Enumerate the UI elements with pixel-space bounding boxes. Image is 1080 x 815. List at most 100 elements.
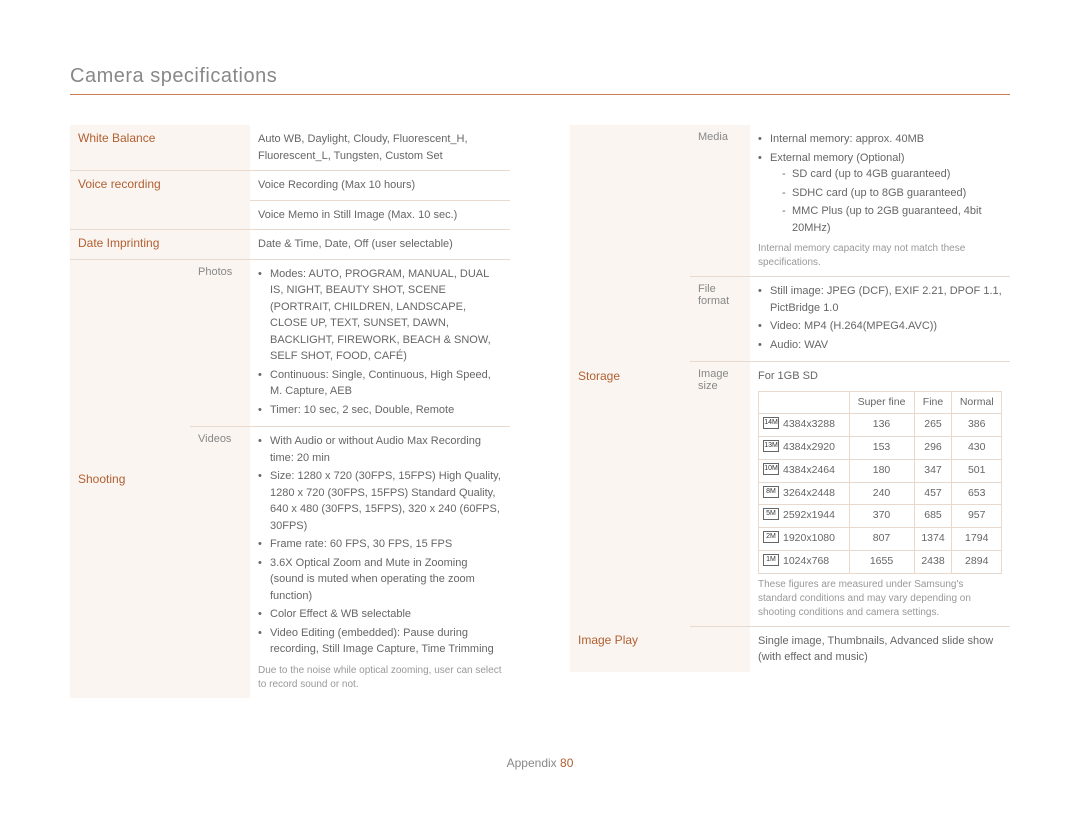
list-item: Color Effect & WB selectable <box>258 606 502 623</box>
imagesize-footnote: These figures are measured under Samsung… <box>758 574 1002 620</box>
table-cell: 240 <box>849 482 914 505</box>
resolution-cell: 10M4384x2464 <box>759 459 850 482</box>
resolution-cell: 1M1024x768 <box>759 550 850 573</box>
table-header: Super fine <box>849 391 914 414</box>
resolution-cell: 2M1920x1080 <box>759 528 850 551</box>
specs-table-right: Storage Media Internal memory: approx. 4… <box>570 125 1010 672</box>
resolution-icon: 5M <box>763 508 779 520</box>
footer-label: Appendix <box>507 756 557 770</box>
table-row: 8M3264x2448240457653 <box>759 482 1002 505</box>
table-row: 2M1920x108080713741794 <box>759 528 1002 551</box>
voice-recording-line1: Voice Recording (Max 10 hours) <box>250 171 510 201</box>
storage-media-label: Media <box>690 125 750 277</box>
shooting-label: Shooting <box>70 259 190 698</box>
resolution-cell: 5M2592x1944 <box>759 505 850 528</box>
list-item: Frame rate: 60 FPS, 30 FPS, 15 FPS <box>258 536 502 553</box>
resolution-icon: 2M <box>763 531 779 543</box>
table-cell: 807 <box>849 528 914 551</box>
resolution-icon: 14M <box>763 417 779 429</box>
list-item: Video Editing (embedded): Pause during r… <box>258 625 502 658</box>
resolution-cell: 13M4384x2920 <box>759 437 850 460</box>
table-cell: 136 <box>849 414 914 437</box>
resolution-icon: 8M <box>763 486 779 498</box>
storage-fileformat-list: Still image: JPEG (DCF), EXIF 2.21, DPOF… <box>758 283 1002 353</box>
left-column: White Balance Auto WB, Daylight, Cloudy,… <box>70 125 510 698</box>
shooting-photos-label: Photos <box>190 259 250 427</box>
sub-list: SD card (up to 4GB guaranteed) SDHC card … <box>770 166 1002 236</box>
list-item: Video: MP4 (H.264(MPEG4.AVC)) <box>758 318 1002 335</box>
table-cell: 1374 <box>914 528 952 551</box>
list-item: Continuous: Single, Continuous, High Spe… <box>258 367 502 400</box>
specs-table-left: White Balance Auto WB, Daylight, Cloudy,… <box>70 125 510 698</box>
storage-imagesize-value: For 1GB SD Super fineFineNormal14M4384x3… <box>750 362 1010 627</box>
content-columns: White Balance Auto WB, Daylight, Cloudy,… <box>70 125 1010 698</box>
table-row: 5M2592x1944370685957 <box>759 505 1002 528</box>
list-item: External memory (Optional)SD card (up to… <box>758 150 1002 237</box>
table-cell: 501 <box>952 459 1002 482</box>
title-divider <box>70 94 1010 95</box>
table-row: 14M4384x3288136265386 <box>759 414 1002 437</box>
list-item: Still image: JPEG (DCF), EXIF 2.21, DPOF… <box>758 283 1002 316</box>
list-item: With Audio or without Audio Max Recordin… <box>258 433 502 466</box>
list-item: SD card (up to 4GB guaranteed) <box>782 166 1002 183</box>
white-balance-value: Auto WB, Daylight, Cloudy, Fluorescent_H… <box>250 125 510 171</box>
list-item: MMC Plus (up to 2GB guaranteed, 4bit 20M… <box>782 203 1002 236</box>
shooting-photos-list: Modes: AUTO, PROGRAM, MANUAL, DUAL IS, N… <box>258 266 502 419</box>
resolution-icon: 1M <box>763 554 779 566</box>
right-column: Storage Media Internal memory: approx. 4… <box>570 125 1010 698</box>
table-header: Normal <box>952 391 1002 414</box>
list-item: Audio: WAV <box>758 337 1002 354</box>
imagesize-table: Super fineFineNormal14M4384x328813626538… <box>758 391 1002 574</box>
date-imprinting-label: Date Imprinting <box>70 230 250 260</box>
voice-recording-label: Voice recording <box>70 171 250 230</box>
table-cell: 957 <box>952 505 1002 528</box>
list-item: Timer: 10 sec, 2 sec, Double, Remote <box>258 402 502 419</box>
storage-fileformat-value: Still image: JPEG (DCF), EXIF 2.21, DPOF… <box>750 277 1010 362</box>
table-cell: 457 <box>914 482 952 505</box>
table-cell: 1655 <box>849 550 914 573</box>
table-header-blank <box>759 391 850 414</box>
shooting-videos-footnote: Due to the noise while optical zooming, … <box>258 660 502 692</box>
table-row: 1M1024x768165524382894 <box>759 550 1002 573</box>
resolution-cell: 14M4384x3288 <box>759 414 850 437</box>
table-cell: 386 <box>952 414 1002 437</box>
table-cell: 180 <box>849 459 914 482</box>
list-item: Internal memory: approx. 40MB <box>758 131 1002 148</box>
shooting-videos-value: With Audio or without Audio Max Recordin… <box>250 427 510 698</box>
table-header: Fine <box>914 391 952 414</box>
list-item: SDHC card (up to 8GB guaranteed) <box>782 185 1002 202</box>
image-play-value: Single image, Thumbnails, Advanced slide… <box>750 626 1010 672</box>
storage-label: Storage <box>570 125 690 626</box>
table-cell: 1794 <box>952 528 1002 551</box>
storage-fileformat-label: File format <box>690 277 750 362</box>
storage-media-value: Internal memory: approx. 40MB External me… <box>750 125 1010 277</box>
date-imprinting-value: Date & Time, Date, Off (user selectable) <box>250 230 510 260</box>
shooting-photos-value: Modes: AUTO, PROGRAM, MANUAL, DUAL IS, N… <box>250 259 510 427</box>
table-cell: 430 <box>952 437 1002 460</box>
table-cell: 347 <box>914 459 952 482</box>
table-cell: 265 <box>914 414 952 437</box>
list-item: 3.6X Optical Zoom and Mute in Zooming (s… <box>258 555 502 605</box>
table-row: 13M4384x2920153296430 <box>759 437 1002 460</box>
list-item: Size: 1280 x 720 (30FPS, 15FPS) High Qua… <box>258 468 502 534</box>
resolution-cell: 8M3264x2448 <box>759 482 850 505</box>
list-item: Modes: AUTO, PROGRAM, MANUAL, DUAL IS, N… <box>258 266 502 365</box>
storage-media-list: Internal memory: approx. 40MB External me… <box>758 131 1002 236</box>
page-footer: Appendix 80 <box>0 756 1080 770</box>
table-cell: 2894 <box>952 550 1002 573</box>
imagesize-header: For 1GB SD <box>758 368 1002 385</box>
table-cell: 2438 <box>914 550 952 573</box>
white-balance-label: White Balance <box>70 125 250 171</box>
image-play-label: Image Play <box>570 626 750 672</box>
table-cell: 653 <box>952 482 1002 505</box>
voice-recording-line2: Voice Memo in Still Image (Max. 10 sec.) <box>250 200 510 230</box>
resolution-icon: 10M <box>763 463 779 475</box>
table-row: 10M4384x2464180347501 <box>759 459 1002 482</box>
storage-media-footnote: Internal memory capacity may not match t… <box>758 238 1002 270</box>
storage-imagesize-label: Image size <box>690 362 750 627</box>
resolution-icon: 13M <box>763 440 779 452</box>
table-cell: 370 <box>849 505 914 528</box>
page-title: Camera specifications <box>70 65 277 88</box>
table-cell: 153 <box>849 437 914 460</box>
shooting-videos-label: Videos <box>190 427 250 698</box>
